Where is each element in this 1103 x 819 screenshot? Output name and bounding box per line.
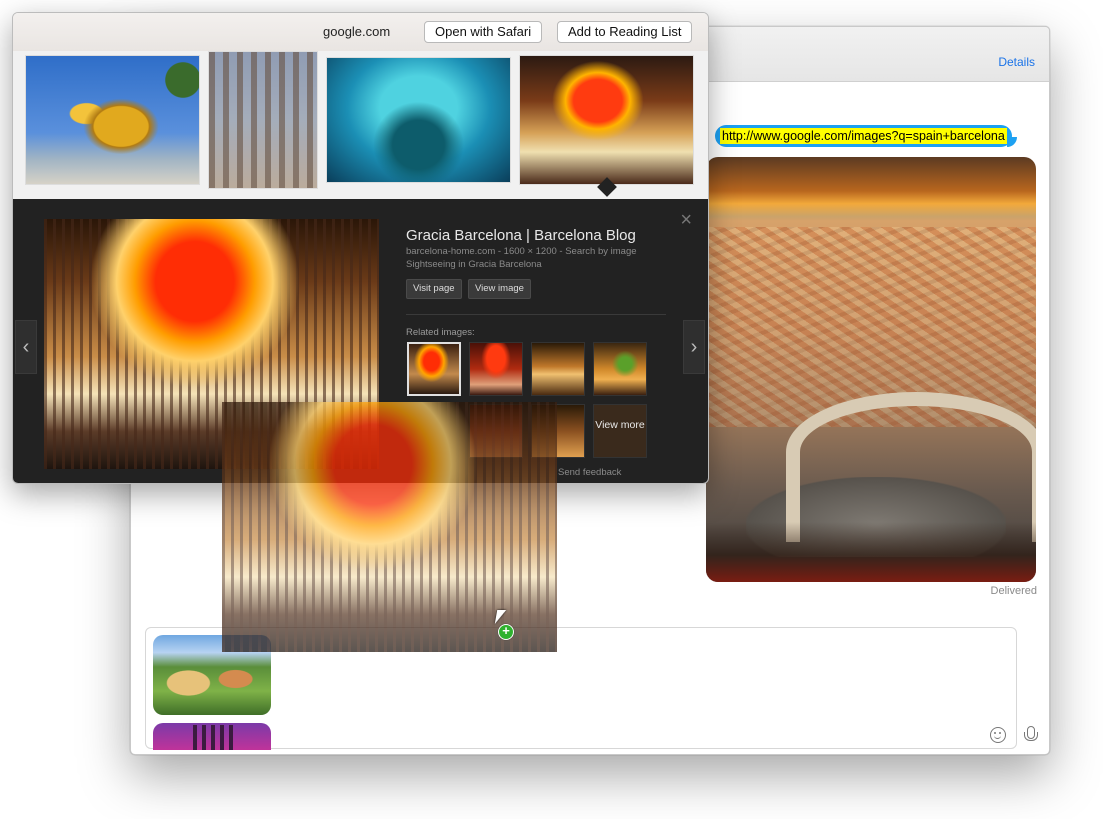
compose-field[interactable] bbox=[145, 627, 1038, 750]
next-arrow-icon[interactable]: › bbox=[683, 320, 705, 374]
attached-photo-park-guell[interactable] bbox=[153, 635, 271, 715]
result-thumb-aquarium-tunnel[interactable] bbox=[326, 57, 511, 183]
result-thumb-sagrada-familia[interactable] bbox=[208, 51, 318, 189]
bubble-tail bbox=[1006, 137, 1017, 147]
delivery-status: Delivered bbox=[990, 585, 1037, 597]
popover-domain: google.com bbox=[323, 24, 391, 39]
related-image[interactable] bbox=[593, 342, 647, 396]
image-results-row bbox=[13, 51, 708, 199]
detail-image[interactable] bbox=[44, 219, 379, 469]
sent-message-bubble[interactable]: http://www.google.com/images?q=spain+bar… bbox=[715, 125, 1017, 147]
related-images-label: Related images: bbox=[406, 327, 475, 338]
attached-photo-sagrada-familia[interactable] bbox=[153, 723, 271, 750]
related-image[interactable] bbox=[469, 404, 523, 458]
microphone-icon[interactable] bbox=[1024, 726, 1038, 746]
add-to-reading-list-button[interactable]: Add to Reading List bbox=[557, 21, 693, 43]
sent-link-text[interactable]: http://www.google.com/images?q=spain+bar… bbox=[720, 128, 1007, 144]
detail-meta: barcelona-home.com - 1600 × 1200 - Searc… bbox=[406, 246, 637, 257]
related-image[interactable] bbox=[407, 342, 461, 396]
view-more-button[interactable]: View more bbox=[593, 404, 647, 458]
detail-description: Sightseeing in Gracia Barcelona bbox=[406, 259, 542, 270]
image-detail-panel: ‹ › × Gracia Barcelona | Barcelona Blog … bbox=[13, 199, 708, 483]
result-thumb-golden-chariot[interactable] bbox=[25, 55, 200, 185]
emoji-icon[interactable] bbox=[990, 727, 1006, 743]
sent-photo-vatican[interactable] bbox=[706, 157, 1036, 582]
result-thumb-gracia-selected[interactable] bbox=[519, 55, 694, 185]
previous-arrow-icon[interactable]: ‹ bbox=[15, 320, 37, 374]
copy-plus-icon: + bbox=[498, 624, 514, 640]
related-image[interactable] bbox=[469, 342, 523, 396]
detail-divider bbox=[406, 314, 666, 315]
popover-toolbar: google.com Open with Safari Add to Readi… bbox=[13, 13, 708, 51]
photo-colonnade bbox=[786, 392, 1036, 542]
details-link[interactable]: Details bbox=[998, 55, 1035, 69]
related-image[interactable] bbox=[531, 404, 585, 458]
view-image-button[interactable]: View image bbox=[468, 279, 531, 299]
photo-statues bbox=[706, 522, 1036, 582]
visit-page-button[interactable]: Visit page bbox=[406, 279, 462, 299]
close-icon[interactable]: × bbox=[680, 209, 692, 232]
detail-title[interactable]: Gracia Barcelona | Barcelona Blog bbox=[406, 227, 636, 244]
safari-preview-popover: google.com Open with Safari Add to Readi… bbox=[12, 12, 709, 484]
send-feedback-link[interactable]: Send feedback bbox=[558, 467, 621, 478]
open-with-safari-button[interactable]: Open with Safari bbox=[424, 21, 543, 43]
related-image[interactable] bbox=[531, 342, 585, 396]
